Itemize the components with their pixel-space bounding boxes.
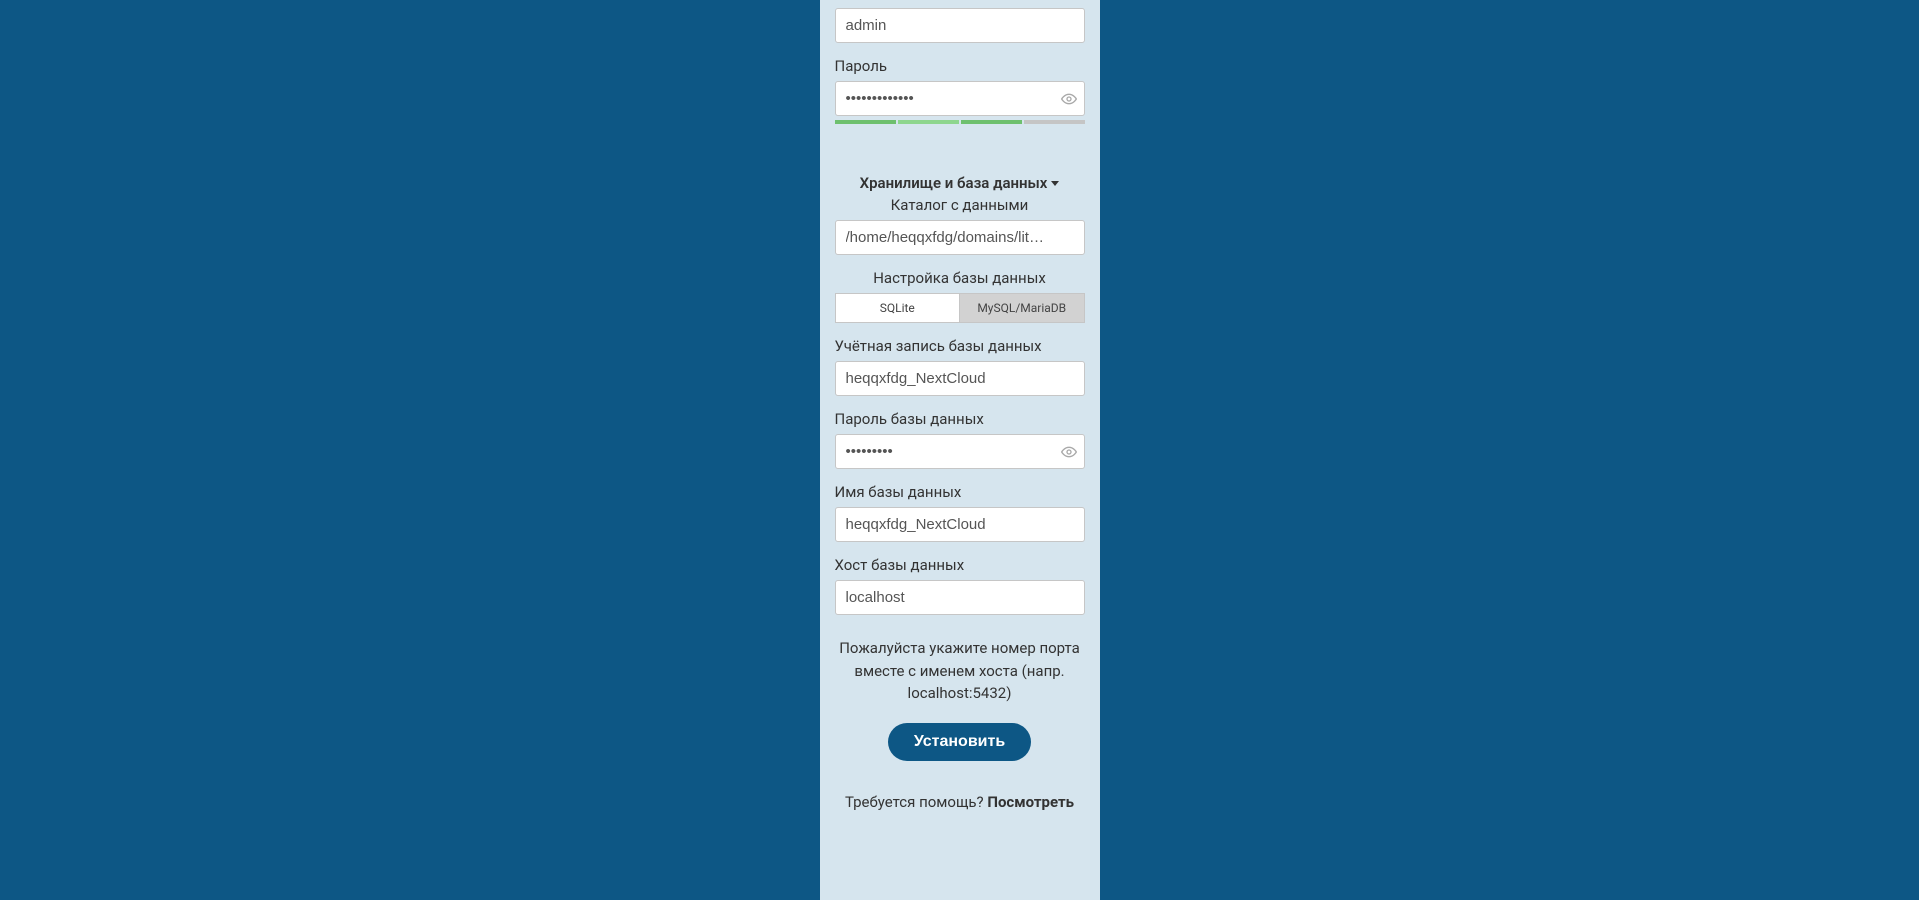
db-name-group: Имя базы данных (835, 483, 1085, 542)
db-host-input[interactable] (835, 580, 1085, 615)
toggle-password-icon[interactable] (1061, 91, 1077, 107)
db-password-input[interactable] (835, 434, 1085, 469)
db-user-input[interactable] (835, 361, 1085, 396)
db-config-label: Настройка базы данных (835, 269, 1085, 287)
help-link[interactable]: Посмотреть (987, 793, 1074, 811)
db-type-tabs: SQLite MySQL/MariaDB (835, 293, 1085, 323)
db-user-label: Учётная запись базы данных (835, 337, 1085, 355)
db-user-group: Учётная запись базы данных (835, 337, 1085, 396)
install-button[interactable]: Установить (888, 723, 1031, 761)
storage-section-title: Хранилище и база данных (860, 174, 1048, 192)
db-host-group: Хост базы данных (835, 556, 1085, 615)
data-dir-label: Каталог с данными (835, 196, 1085, 214)
db-name-label: Имя базы данных (835, 483, 1085, 501)
db-tab-mysql[interactable]: MySQL/MariaDB (959, 293, 1085, 323)
password-label: Пароль (835, 57, 1085, 75)
data-dir-input[interactable] (835, 220, 1085, 255)
host-port-hint: Пожалуйста укажите номер порта вместе с … (835, 637, 1085, 705)
caret-down-icon (1051, 181, 1059, 186)
admin-password-input[interactable] (835, 81, 1085, 116)
db-password-group: Пароль базы данных (835, 410, 1085, 469)
toggle-db-password-icon[interactable] (1061, 444, 1077, 460)
admin-username-group (835, 8, 1085, 43)
storage-section-toggle[interactable]: Хранилище и база данных (835, 174, 1085, 192)
db-name-input[interactable] (835, 507, 1085, 542)
db-tab-sqlite[interactable]: SQLite (835, 293, 960, 323)
admin-username-input[interactable] (835, 8, 1085, 43)
db-host-label: Хост базы данных (835, 556, 1085, 574)
admin-password-group: Пароль (835, 57, 1085, 124)
install-panel: Пароль Хранилище и база данных Каталог с… (820, 0, 1100, 900)
db-password-label: Пароль базы данных (835, 410, 1085, 428)
help-prefix: Требуется помощь? (845, 793, 987, 811)
help-text: Требуется помощь? Посмотреть (835, 793, 1085, 811)
